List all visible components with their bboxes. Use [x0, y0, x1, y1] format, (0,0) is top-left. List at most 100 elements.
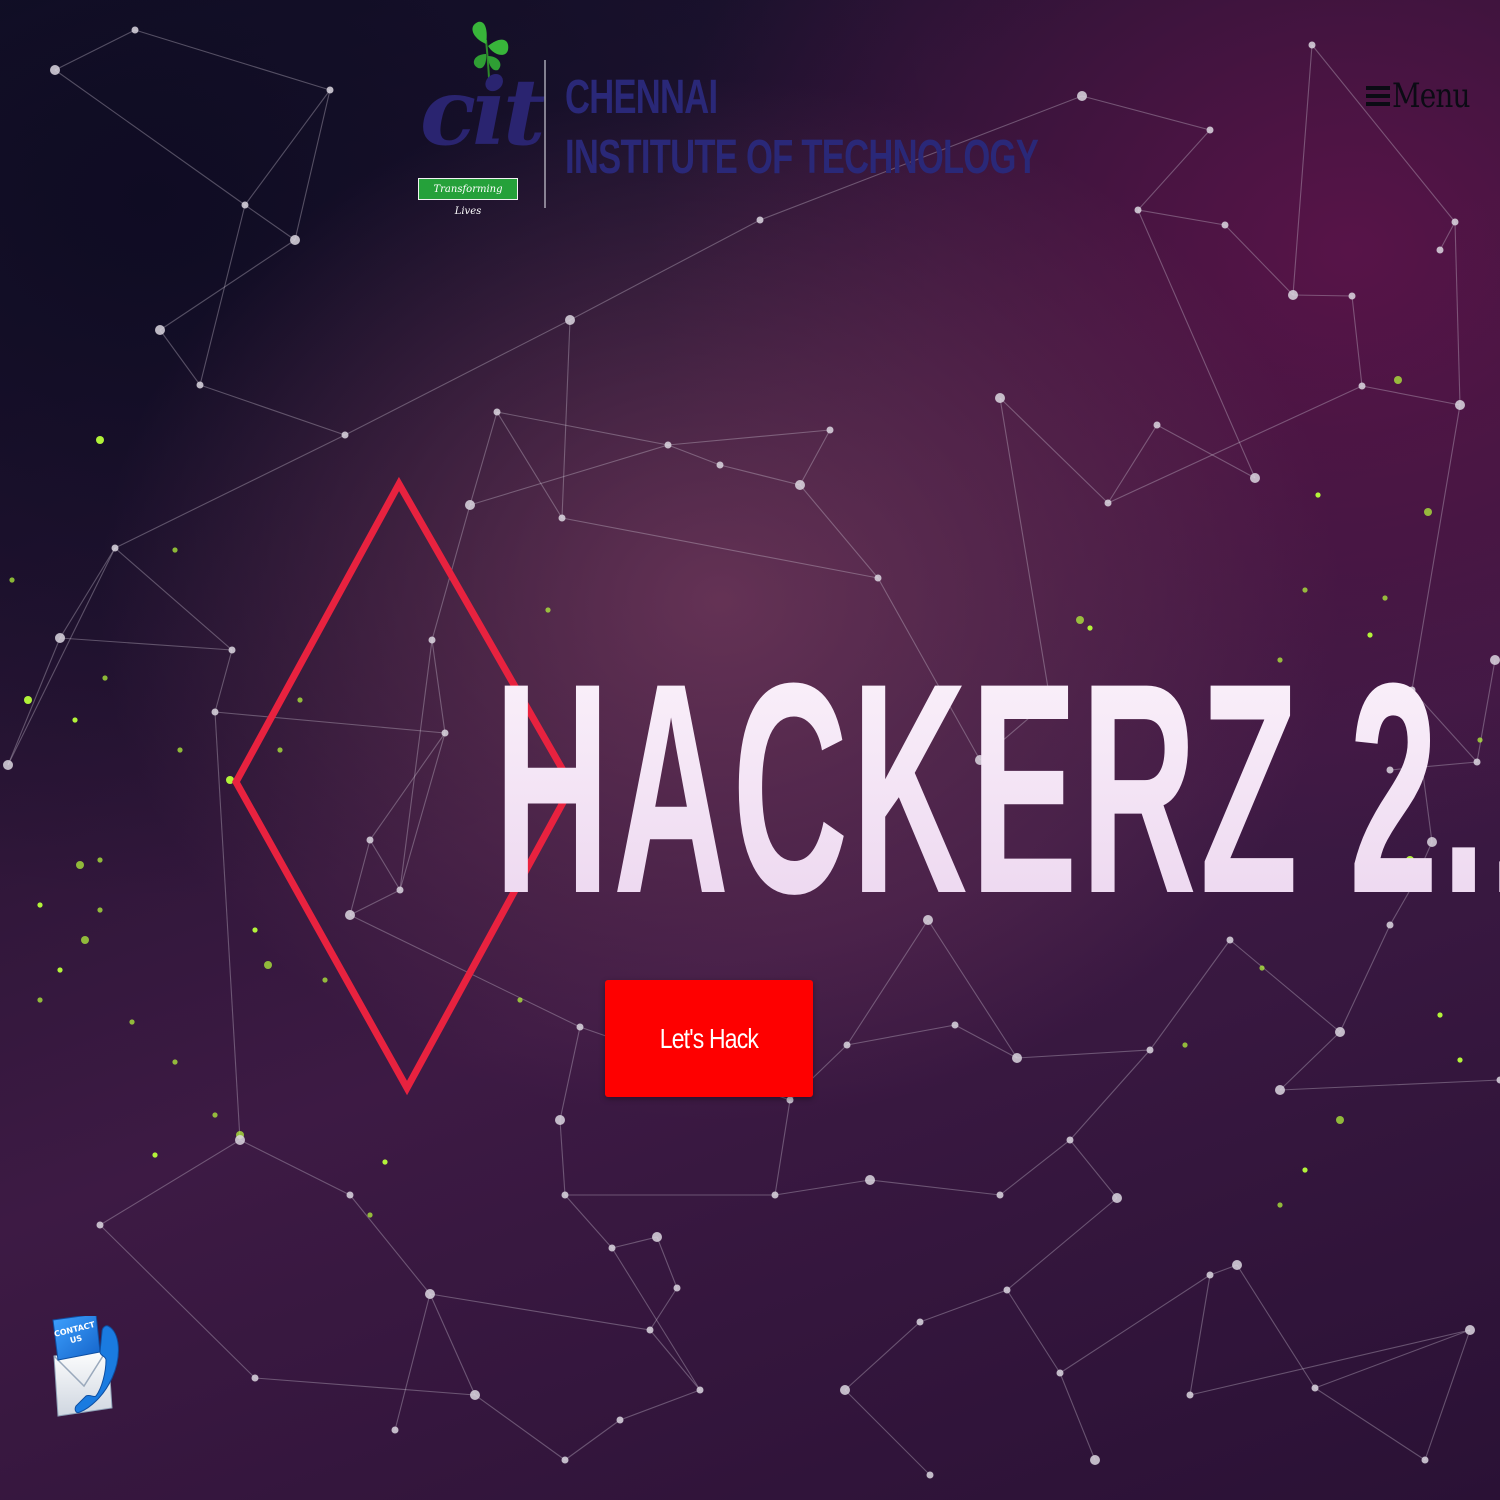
network-line	[1279, 1031, 1341, 1091]
network-node	[235, 1135, 245, 1145]
glow-particle	[172, 1059, 178, 1065]
glow-particle	[1424, 508, 1432, 516]
lets-hack-button-label: Let's Hack	[659, 1022, 759, 1054]
network-node	[840, 1385, 850, 1395]
hamburger-icon	[1366, 85, 1390, 107]
network-line	[999, 397, 1109, 504]
network-node	[131, 26, 139, 34]
network-node	[996, 1191, 1004, 1199]
network-line	[569, 219, 761, 321]
glow-particle	[97, 907, 103, 913]
network-line	[1006, 1289, 1061, 1374]
glow-particle	[9, 577, 15, 583]
network-line	[561, 517, 879, 579]
network-node	[1206, 126, 1214, 134]
network-node	[1206, 1271, 1214, 1279]
network-node	[616, 1416, 624, 1424]
network-line	[564, 1194, 613, 1249]
network-line	[159, 329, 201, 386]
network-node	[290, 235, 300, 245]
network-node	[50, 65, 60, 75]
network-node	[1112, 1193, 1122, 1203]
glow-particle	[152, 1152, 158, 1158]
logo-divider	[544, 60, 546, 208]
glow-particle	[172, 547, 178, 553]
network-node	[916, 1318, 924, 1326]
network-line	[844, 1389, 931, 1476]
network-line	[1279, 1079, 1500, 1091]
network-line	[1107, 385, 1363, 504]
glow-particle	[37, 997, 43, 1003]
network-line	[429, 1293, 651, 1331]
glow-particle	[96, 436, 104, 444]
network-line	[54, 69, 246, 206]
network-node	[96, 1221, 104, 1229]
network-line	[294, 89, 331, 241]
network-line	[1236, 1264, 1316, 1389]
network-line	[134, 29, 331, 91]
network-line	[1156, 424, 1256, 479]
network-node	[1232, 1260, 1242, 1270]
glow-particle	[1437, 1012, 1443, 1018]
network-node	[1288, 290, 1298, 300]
network-line	[846, 1024, 956, 1046]
network-line	[869, 1179, 1001, 1196]
network-node	[1496, 1076, 1500, 1084]
network-node	[1421, 1456, 1429, 1464]
network-node	[155, 325, 165, 335]
network-node	[1153, 421, 1161, 429]
network-line	[99, 1139, 241, 1226]
network-line	[667, 429, 831, 446]
network-line	[344, 319, 571, 436]
network-line	[244, 89, 331, 206]
network-node	[251, 1374, 259, 1382]
network-node	[843, 1041, 851, 1049]
network-line	[656, 1236, 678, 1289]
glow-particle	[1277, 1202, 1283, 1208]
network-node	[1308, 41, 1316, 49]
network-line	[394, 1293, 431, 1431]
glow-particle	[1182, 1042, 1188, 1048]
network-line	[239, 1139, 351, 1196]
network-node	[1186, 1391, 1194, 1399]
network-node	[1077, 91, 1087, 101]
cit-logo-mark: cit Transforming Lives	[412, 18, 545, 217]
network-node	[561, 1456, 569, 1464]
network-line	[1314, 1387, 1426, 1461]
landing-page: cit Transforming Lives CHENNAI INSTITUTE…	[0, 0, 1500, 1500]
menu-button[interactable]: Menu	[1366, 74, 1487, 118]
network-node	[1455, 400, 1465, 410]
glow-particle	[1302, 1167, 1308, 1173]
network-node	[1436, 246, 1444, 254]
network-line	[1454, 221, 1461, 406]
glow-particle	[81, 936, 89, 944]
network-node	[646, 1326, 654, 1334]
network-line	[1081, 95, 1211, 131]
network-line	[1189, 1274, 1211, 1396]
network-line	[496, 411, 669, 446]
network-line	[619, 1389, 701, 1421]
network-line	[1006, 1197, 1118, 1291]
network-node	[1348, 292, 1356, 300]
glow-particle	[382, 1159, 388, 1165]
network-line	[1137, 209, 1226, 226]
network-node	[673, 1284, 681, 1292]
institute-logo[interactable]: cit Transforming Lives CHENNAI INSTITUTE…	[412, 18, 1039, 218]
network-line	[649, 1329, 701, 1391]
contact-us-widget[interactable]: CONTACT US	[50, 1313, 122, 1426]
network-line	[199, 384, 346, 436]
network-line	[1224, 224, 1294, 296]
network-node	[1146, 1046, 1154, 1054]
lets-hack-button[interactable]: Let's Hack	[605, 980, 813, 1097]
network-node	[652, 1232, 662, 1242]
network-line	[1059, 1372, 1096, 1461]
network-line	[1292, 44, 1313, 296]
network-node	[716, 461, 724, 469]
network-node	[391, 1426, 399, 1434]
network-node	[664, 441, 672, 449]
network-node	[346, 1191, 354, 1199]
network-line	[54, 29, 136, 71]
network-line	[564, 1419, 621, 1461]
network-node	[696, 1386, 704, 1394]
glow-particle	[24, 696, 32, 704]
